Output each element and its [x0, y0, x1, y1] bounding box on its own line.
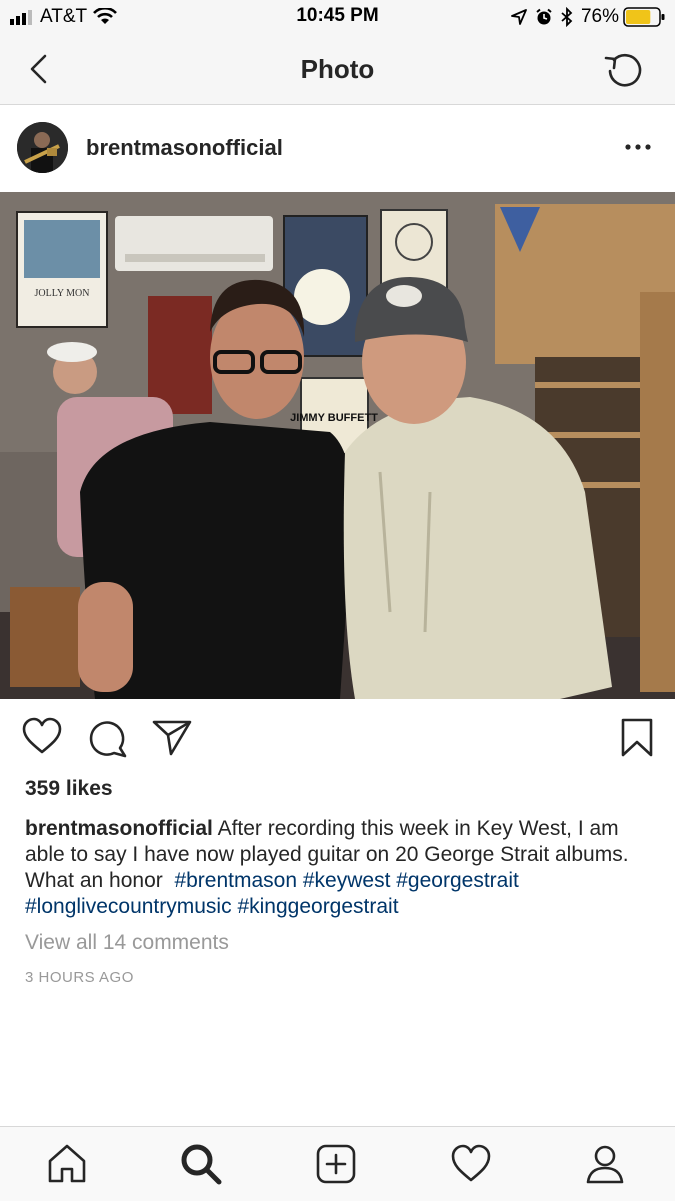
post-photo[interactable]: JOLLY MON JIMMY BUFFETT	[0, 192, 675, 699]
hashtag[interactable]: #georgestrait	[396, 869, 519, 892]
tab-search[interactable]	[178, 1141, 224, 1187]
refresh-icon	[604, 53, 642, 87]
tab-profile[interactable]	[582, 1141, 628, 1187]
post-header: brentmasonofficial	[0, 105, 675, 192]
tab-home[interactable]	[44, 1141, 90, 1187]
status-right: 76%	[511, 5, 665, 29]
bookmark-icon[interactable]	[620, 717, 654, 759]
avatar[interactable]	[17, 122, 68, 173]
photo-illustration: JOLLY MON JIMMY BUFFETT	[0, 192, 675, 699]
avatar-image	[17, 122, 68, 173]
comment-icon[interactable]	[87, 717, 129, 759]
battery-icon	[623, 7, 665, 27]
post-timestamp: 3 HOURS AGO	[25, 969, 134, 986]
poster-jimmy-buffett: JIMMY BUFFETT	[290, 412, 378, 424]
post-username[interactable]: brentmasonofficial	[86, 135, 283, 161]
hashtag[interactable]: #keywest	[303, 869, 391, 892]
share-icon[interactable]	[151, 717, 193, 757]
search-icon	[181, 1144, 222, 1185]
bluetooth-icon	[561, 7, 573, 27]
poster-jolly-mon: JOLLY MON	[34, 288, 89, 299]
page-title: Photo	[300, 54, 375, 84]
post-actions	[0, 700, 675, 776]
tab-bar	[0, 1126, 675, 1201]
location-icon	[511, 9, 527, 25]
status-bar: AT&T 10:45 PM 76%	[0, 0, 675, 36]
hashtag[interactable]: #kinggeorgestrait	[237, 895, 398, 918]
nav-bar: Photo	[0, 36, 675, 105]
plus-square-icon	[316, 1144, 356, 1184]
tab-activity[interactable]	[448, 1141, 494, 1187]
hashtag[interactable]: #longlivecountrymusic	[25, 895, 232, 918]
heart-icon	[451, 1144, 491, 1182]
battery-percent: 76%	[580, 6, 619, 27]
view-comments-link[interactable]: View all 14 comments	[25, 931, 229, 955]
caption-username[interactable]: brentmasonofficial	[25, 817, 213, 840]
more-options-button[interactable]	[623, 135, 653, 159]
likes-count[interactable]: 359 likes	[25, 777, 113, 801]
more-horizontal-icon	[625, 144, 651, 150]
hashtag[interactable]: #brentmason	[174, 869, 297, 892]
home-icon	[48, 1144, 86, 1183]
tab-new-post[interactable]	[313, 1141, 359, 1187]
post-caption: brentmasonofficial After recording this …	[25, 816, 655, 920]
refresh-button[interactable]	[603, 50, 645, 92]
profile-icon	[586, 1145, 624, 1184]
heart-icon[interactable]	[21, 717, 63, 757]
alarm-icon	[536, 8, 552, 25]
